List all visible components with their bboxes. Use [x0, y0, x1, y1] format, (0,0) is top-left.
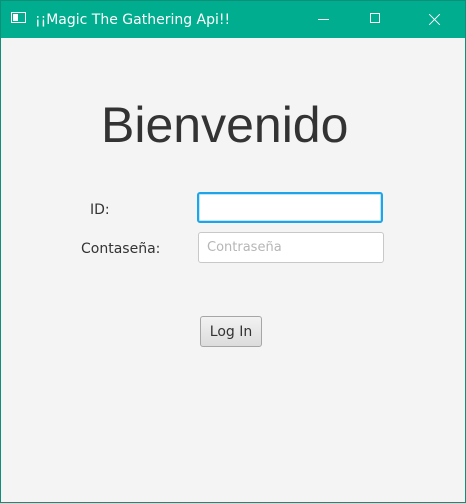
password-label: Contaseña: — [81, 241, 161, 257]
minimize-button[interactable] — [303, 1, 349, 38]
login-window: ¡¡Magic The Gathering Api!! Bienvenido I… — [0, 0, 466, 503]
id-input[interactable] — [197, 192, 383, 223]
close-button[interactable] — [409, 1, 455, 38]
minimize-icon — [318, 19, 329, 20]
window-title: ¡¡Magic The Gathering Api!! — [35, 12, 231, 28]
login-button[interactable]: Log In — [200, 316, 262, 347]
welcome-heading: Bienvenido — [101, 97, 349, 153]
title-bar[interactable]: ¡¡Magic The Gathering Api!! — [1, 1, 465, 38]
maximize-icon — [370, 13, 380, 23]
maximize-button[interactable] — [351, 1, 397, 38]
password-input[interactable] — [198, 232, 384, 263]
app-window-icon — [11, 12, 26, 23]
id-label: ID: — [90, 202, 110, 218]
login-form-area: Bienvenido ID: Contaseña: Log In — [1, 38, 465, 502]
close-icon — [428, 13, 441, 26]
